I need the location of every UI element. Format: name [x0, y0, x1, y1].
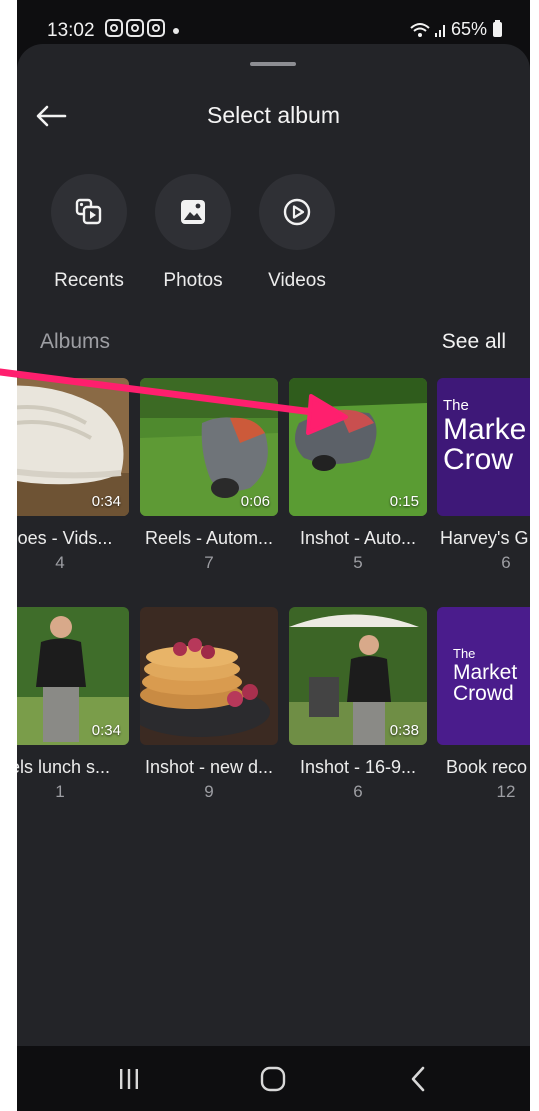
album-name: Inshot - Auto... — [299, 528, 417, 548]
album-count: 4 — [55, 553, 65, 572]
system-nav-bar — [17, 1046, 530, 1111]
album-name: hoes - Vids... — [17, 528, 113, 548]
videos-filter[interactable]: Videos — [245, 174, 349, 292]
home-icon — [260, 1066, 286, 1092]
album-count: 9 — [204, 782, 214, 801]
more-notifications-dot-icon — [173, 28, 179, 34]
album-item[interactable]: Inshot - new d... 9 — [140, 607, 278, 802]
home-button[interactable] — [251, 1064, 295, 1094]
album-thumbnail[interactable]: 0:34 — [17, 607, 129, 745]
recent-apps-button[interactable] — [107, 1064, 151, 1094]
video-duration: 0:38 — [389, 722, 419, 739]
wifi-icon — [410, 22, 430, 37]
album-count: 1 — [55, 782, 65, 801]
videos-button[interactable] — [259, 174, 335, 250]
album-item[interactable]: 0:34 hoes - Vids... 4 — [17, 378, 129, 573]
instagram-notification-icon — [105, 19, 123, 37]
album-item[interactable]: 0:38 Inshot - 16-9... 6 — [289, 607, 427, 802]
videos-icon — [283, 198, 311, 226]
drag-handle[interactable] — [250, 62, 296, 66]
album-thumbnail[interactable]: 0:06 — [140, 378, 278, 516]
album-name: els lunch s... — [17, 757, 111, 777]
back-nav-button[interactable] — [397, 1064, 441, 1094]
recents-button[interactable] — [51, 174, 127, 250]
status-bar: 13:02 65% — [17, 0, 530, 48]
instagram-notification-icon — [147, 19, 165, 37]
album-item[interactable]: 0:06 Reels - Autom... 7 — [140, 378, 278, 573]
notification-icons — [105, 19, 165, 37]
video-duration: 0:34 — [91, 722, 121, 739]
videos-label: Videos — [268, 270, 326, 291]
sheet-header: Select album — [17, 94, 530, 138]
album-thumbnail[interactable]: 0:38 — [289, 607, 427, 745]
signal-icon — [434, 24, 445, 37]
recents-label: Recents — [54, 270, 124, 291]
recent-apps-icon — [120, 1069, 138, 1089]
instagram-notification-icon — [126, 19, 144, 37]
recents-icon — [75, 198, 102, 225]
album-thumbnail[interactable]: 0:34 — [17, 378, 129, 516]
pancakes-thumbnail-image — [140, 607, 278, 745]
chevron-left-icon — [411, 1066, 425, 1092]
album-count: 6 — [501, 553, 511, 572]
photos-button[interactable] — [155, 174, 231, 250]
page-title: Select album — [207, 102, 340, 128]
status-indicators: 65% — [409, 19, 502, 40]
see-all-link[interactable]: See all — [442, 330, 506, 354]
album-count: 12 — [496, 782, 516, 801]
album-item[interactable]: The Market Crowd Book reco 12 — [437, 607, 530, 802]
album-thumbnail[interactable]: The Market Crowd — [437, 607, 530, 745]
status-time: 13:02 — [47, 20, 95, 41]
album-thumbnail[interactable]: The Marke Crow — [437, 378, 530, 516]
album-count: 7 — [204, 553, 214, 572]
battery-percent: 65% — [450, 19, 487, 39]
market-crowd-logo: The Marke Crow — [443, 397, 527, 476]
album-picker-sheet: Select album Recents Photos Videos Album… — [17, 44, 530, 1046]
quick-filters: Recents Photos Videos — [37, 174, 349, 292]
album-count: 5 — [353, 553, 363, 572]
recents-filter[interactable]: Recents — [37, 174, 141, 292]
battery-icon — [493, 20, 502, 37]
album-count: 6 — [353, 782, 363, 801]
video-duration: 0:15 — [389, 493, 419, 510]
photos-label: Photos — [163, 270, 223, 291]
album-name: Inshot - new d... — [144, 757, 274, 777]
photos-filter[interactable]: Photos — [141, 174, 245, 292]
photos-icon — [181, 200, 205, 224]
album-name: Harvey's G — [440, 528, 529, 548]
album-thumbnail[interactable]: 0:15 — [289, 378, 427, 516]
album-name: Book reco — [446, 757, 528, 777]
album-item[interactable]: 0:15 Inshot - Auto... 5 — [289, 378, 427, 573]
market-crowd-logo: The Market Crowd — [453, 646, 518, 705]
video-duration: 0:34 — [91, 493, 121, 510]
album-item[interactable]: The Marke Crow Harvey's G 6 — [437, 378, 530, 573]
albums-section-title: Albums — [40, 330, 111, 353]
phone-screen: 13:02 65% Select album Recents Photos Vi… — [17, 0, 530, 1111]
album-name: Inshot - 16-9... — [299, 757, 417, 777]
album-name: Reels - Autom... — [144, 528, 274, 548]
album-thumbnail[interactable] — [140, 607, 278, 745]
album-item[interactable]: 0:34 els lunch s... 1 — [17, 607, 129, 802]
video-duration: 0:06 — [240, 493, 270, 510]
